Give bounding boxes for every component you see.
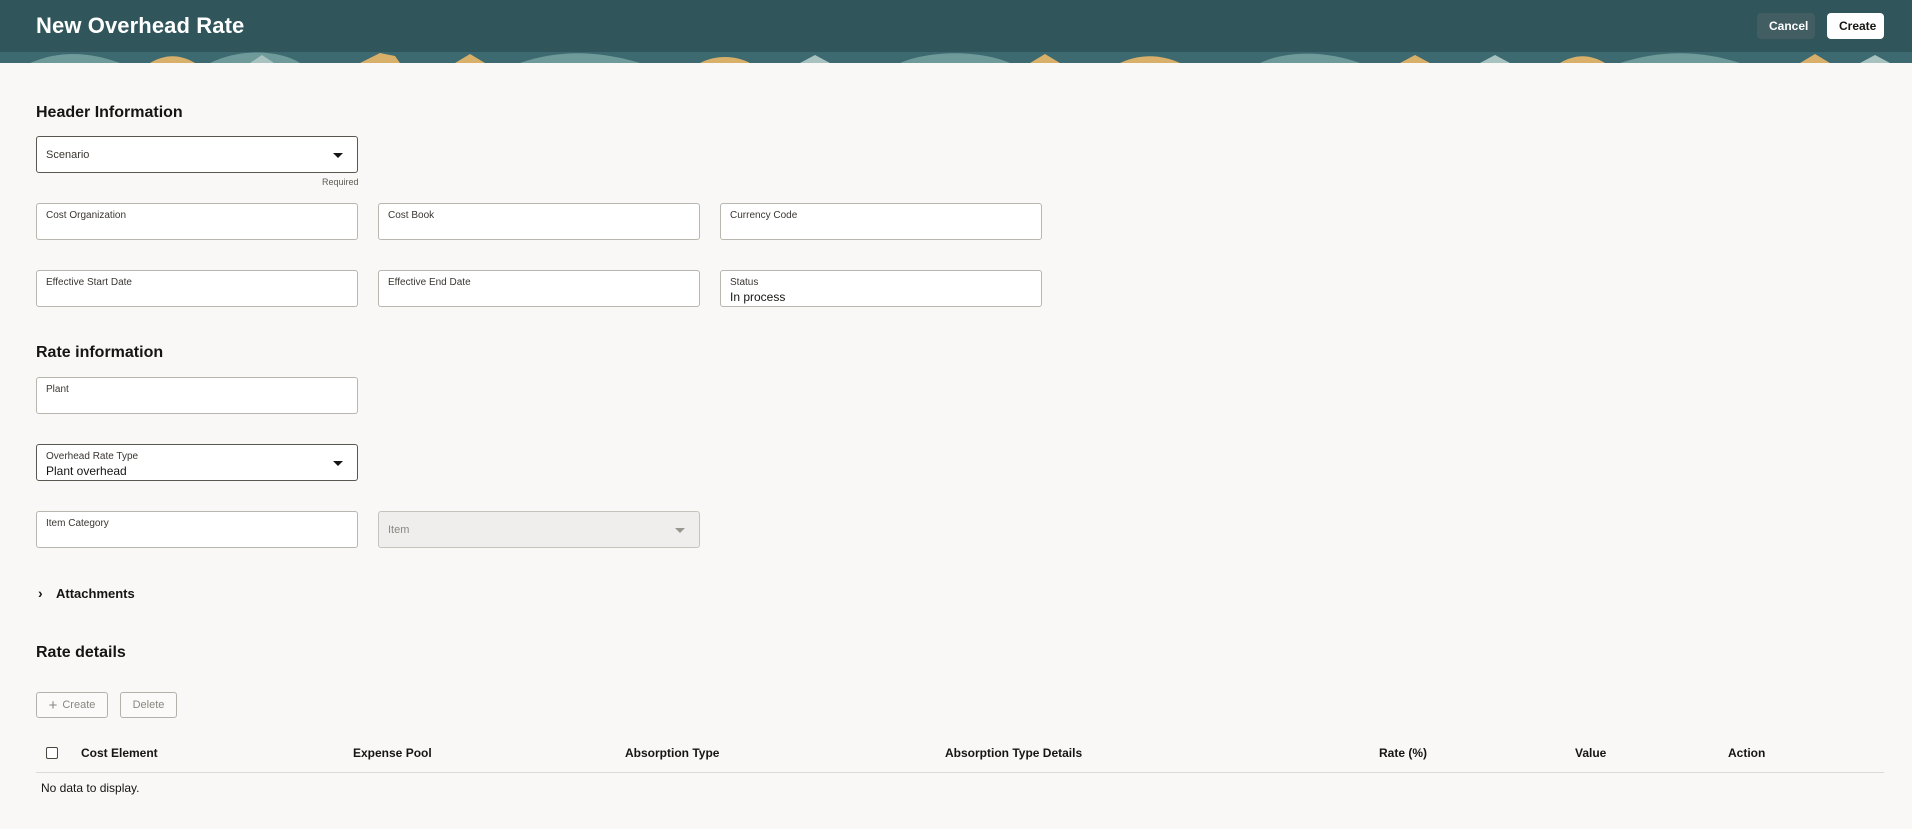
plant-label: Plant	[46, 384, 69, 395]
overhead-rate-type-select[interactable]: Overhead Rate Type Plant overhead	[36, 444, 358, 481]
cost-book-label: Cost Book	[388, 210, 435, 221]
overhead-rate-type-value: Plant overhead	[46, 464, 127, 478]
caret-down-icon	[333, 461, 343, 466]
status-label: Status	[730, 277, 759, 288]
column-absorption-type[interactable]: Absorption Type	[625, 746, 719, 760]
cost-book-field[interactable]: Cost Book	[378, 203, 700, 240]
currency-code-label: Currency Code	[730, 210, 798, 221]
column-rate-percent[interactable]: Rate (%)	[1379, 746, 1427, 760]
rate-details-table-header: Cost Element Expense Pool Absorption Typ…	[36, 736, 1884, 773]
plus-icon: +	[48, 696, 58, 714]
column-absorption-type-details[interactable]: Absorption Type Details	[945, 746, 1082, 760]
cost-organization-field[interactable]: Cost Organization	[36, 203, 358, 240]
item-placeholder: Item	[388, 524, 410, 536]
column-action[interactable]: Action	[1728, 746, 1765, 760]
item-category-label: Item Category	[46, 518, 109, 529]
effective-start-date-label: Effective Start Date	[46, 277, 132, 288]
cancel-button[interactable]: Cancel	[1757, 13, 1815, 39]
status-field[interactable]: Status In process	[720, 270, 1042, 307]
caret-down-icon	[675, 528, 685, 533]
page-header: New Overhead Rate Cancel Create	[0, 0, 1912, 63]
overhead-rate-type-label: Overhead Rate Type	[46, 451, 139, 462]
column-expense-pool[interactable]: Expense Pool	[353, 746, 432, 760]
delete-rate-detail-button: Delete	[120, 692, 177, 718]
column-value[interactable]: Value	[1575, 746, 1606, 760]
header-decorative-pattern	[0, 52, 1912, 63]
chevron-right-icon: ›	[38, 585, 43, 601]
attachments-toggle[interactable]: › Attachments	[38, 585, 135, 601]
effective-end-date-label: Effective End Date	[388, 277, 471, 288]
cost-organization-label: Cost Organization	[46, 210, 127, 221]
caret-down-icon	[333, 153, 343, 158]
effective-start-date-field[interactable]: Effective Start Date	[36, 270, 358, 307]
header-information-title: Header Information	[36, 104, 183, 121]
column-cost-element[interactable]: Cost Element	[81, 746, 158, 760]
plant-field[interactable]: Plant	[36, 377, 358, 414]
currency-code-field[interactable]: Currency Code	[720, 203, 1042, 240]
rate-details-title: Rate details	[36, 644, 126, 661]
required-hint: Required	[322, 177, 359, 187]
status-value: In process	[730, 290, 786, 304]
page-title: New Overhead Rate	[36, 13, 245, 38]
item-select: Item	[378, 511, 700, 548]
create-button[interactable]: Create	[1827, 13, 1884, 39]
scenario-select[interactable]: Scenario	[36, 136, 358, 173]
item-category-field[interactable]: Item Category	[36, 511, 358, 548]
effective-end-date-field[interactable]: Effective End Date	[378, 270, 700, 307]
select-all-checkbox[interactable]	[46, 747, 58, 759]
attachments-label: Attachments	[56, 586, 135, 601]
add-rate-detail-label: Create	[62, 698, 96, 711]
scenario-placeholder: Scenario	[46, 149, 90, 161]
empty-table-message: No data to display.	[41, 781, 140, 795]
add-rate-detail-button: + Create	[36, 692, 108, 718]
rate-information-title: Rate information	[36, 344, 164, 361]
